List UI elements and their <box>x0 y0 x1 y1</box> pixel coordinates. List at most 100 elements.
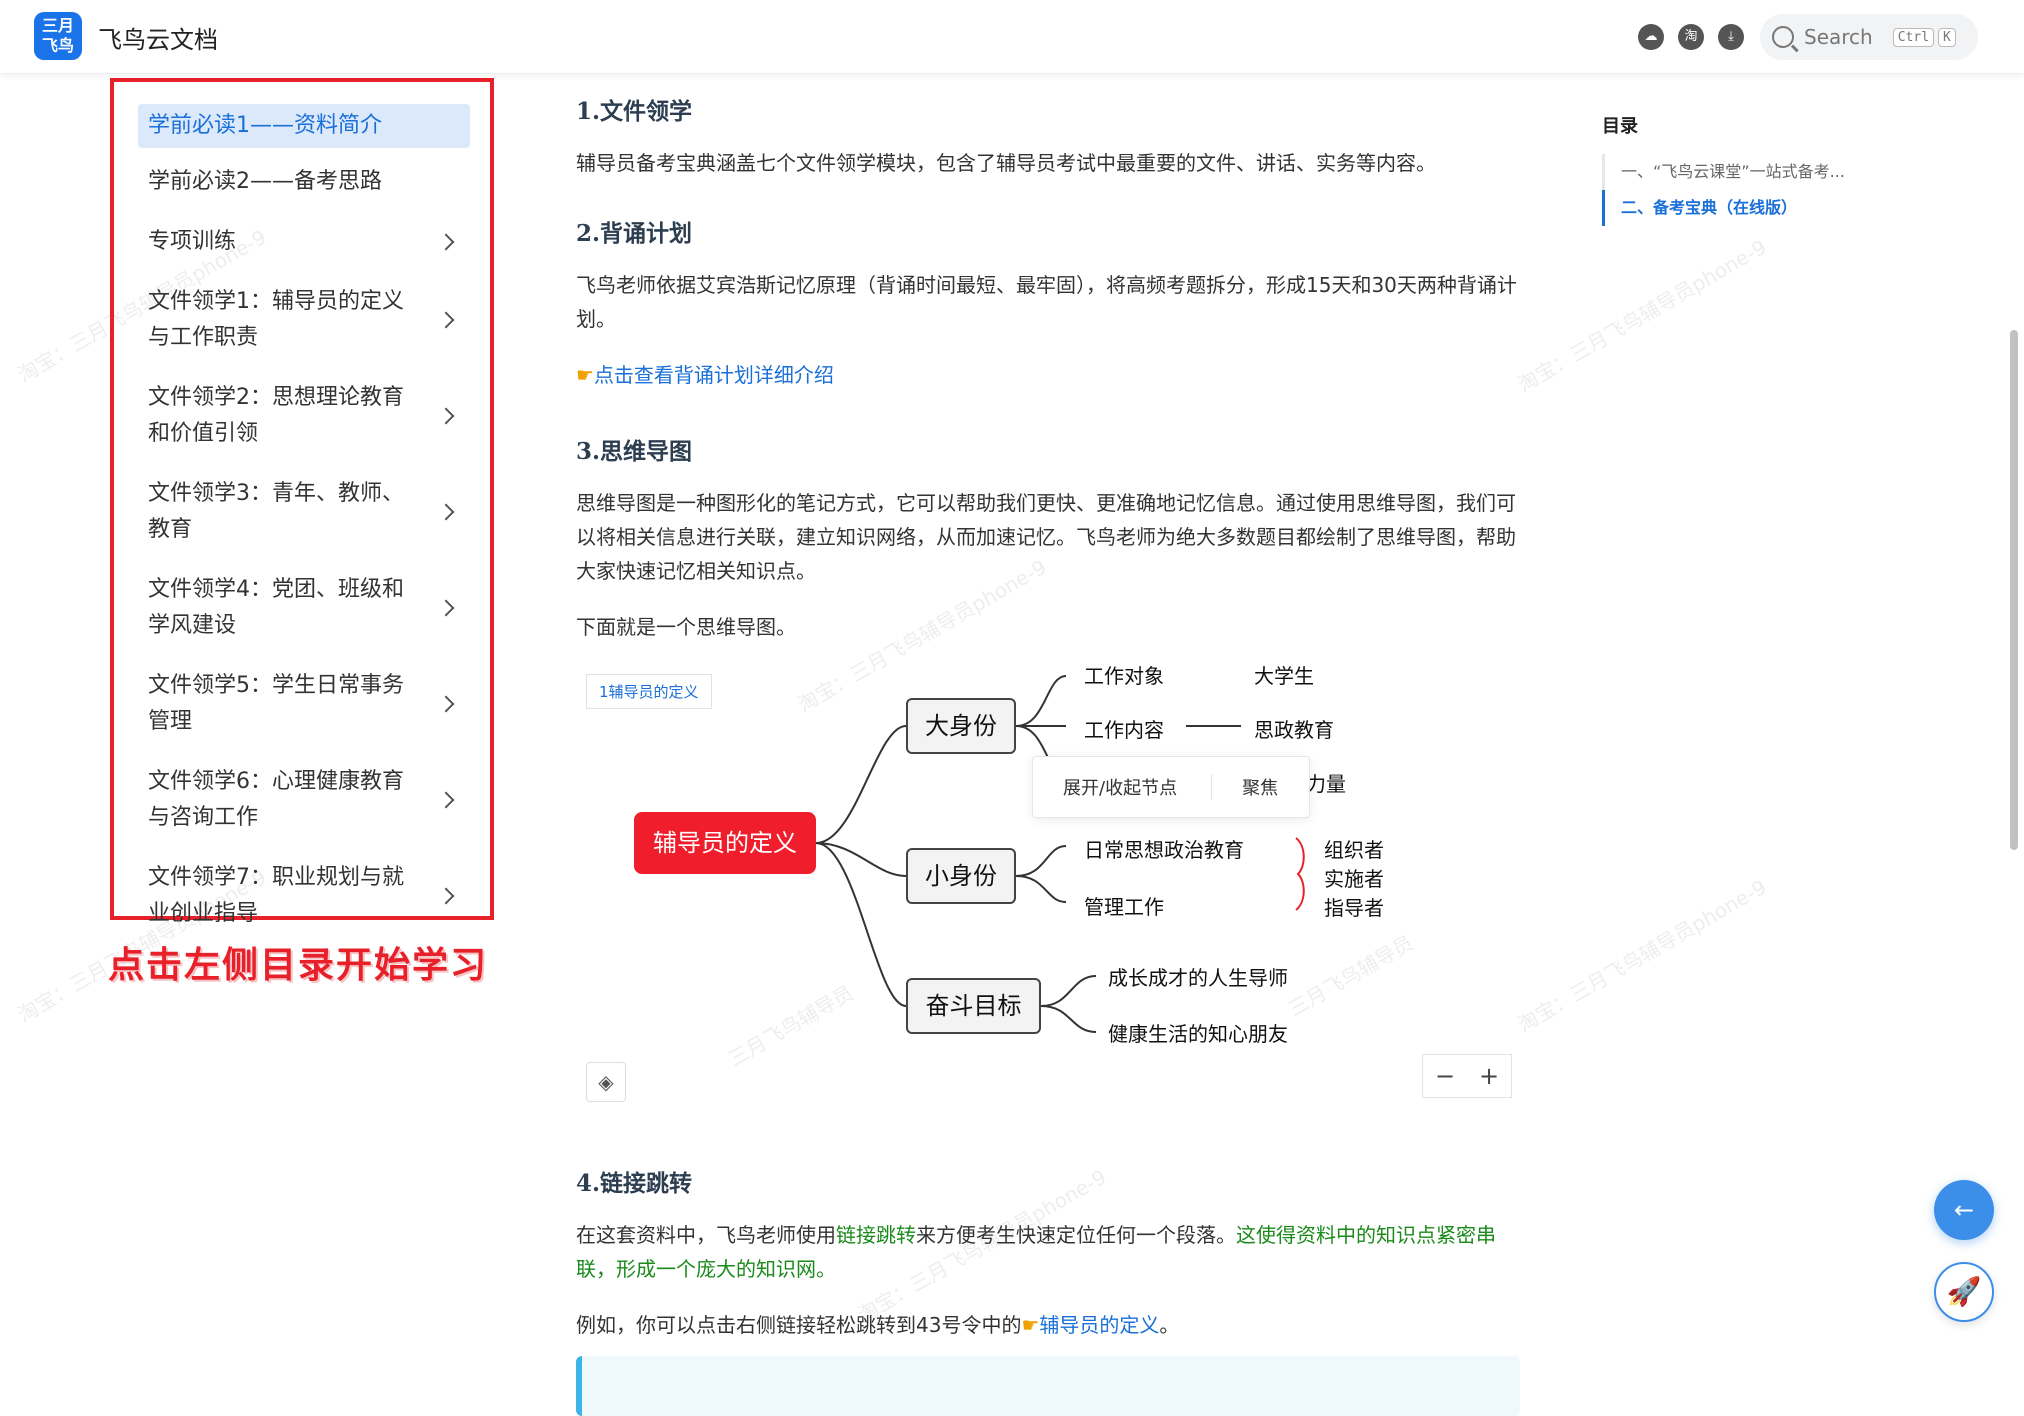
sidebar-item-doc5[interactable]: 文件领学5：学生日常事务管理 <box>138 660 470 748</box>
paragraph: 在这套资料中，飞鸟老师使用链接跳转来方便考生快速定位任何一个段落。这使得资料中的… <box>576 1218 1520 1286</box>
sidebar-nav: 学前必读1——资料简介 学前必读2——备考思路 专项训练 文件领学1：辅导员的定… <box>110 78 494 926</box>
toc-list: 一、“飞鸟云课堂”一站式备考... 二、备考宝典（在线版） <box>1602 154 1892 226</box>
search-input[interactable]: Search Ctrl K <box>1760 14 1978 60</box>
node-context-menu: 展开/收起节点 聚焦 <box>1032 756 1310 818</box>
chevron-right-icon <box>437 503 455 521</box>
sidebar-item-training[interactable]: 专项训练 <box>138 216 470 268</box>
sidebar-item-label: 文件领学2：思想理论教育和价值引领 <box>148 385 404 446</box>
paragraph: ☛点击查看背诵计划详细介绍 <box>576 358 1520 392</box>
section-title: 2.背诵计划 <box>576 220 693 247</box>
sidebar-item-label: 学前必读1——资料简介 <box>148 113 382 138</box>
info-callout <box>576 1356 1520 1416</box>
table-of-contents: 目录 一、“飞鸟云课堂”一站式备考... 二、备考宝典（在线版） <box>1602 112 1892 226</box>
toc-item-active[interactable]: 二、备考宝典（在线版） <box>1602 190 1892 226</box>
highlight-text: 链接跳转 <box>836 1223 916 1247</box>
mindmap-node-small-identity[interactable]: 小身份 <box>906 848 1016 904</box>
mindmap-leaf: 思政教育 <box>1254 718 1334 742</box>
mindmap-leaf: 大学生 <box>1254 664 1314 688</box>
sidebar-item-doc3[interactable]: 文件领学3：青年、教师、教育 <box>138 468 470 556</box>
focus-button[interactable]: 聚焦 <box>1211 774 1278 800</box>
header-icon-group: ☁ 淘 ⤓ <box>1638 24 1744 50</box>
connector <box>1015 845 1067 877</box>
cloud-upload-icon[interactable]: ☁ <box>1638 24 1664 50</box>
sidebar-item-label: 文件领学6：心理健康教育与咨询工作 <box>148 769 404 830</box>
kbd-k: K <box>1938 27 1956 47</box>
mindmap-leaf: 指导者 <box>1324 896 1384 920</box>
recite-plan-link[interactable]: 点击查看背诵计划详细介绍 <box>594 363 834 387</box>
back-button[interactable]: ← <box>1934 1180 1994 1240</box>
search-shortcut: Ctrl K <box>1892 27 1956 47</box>
mindmap-leaf: 力量 <box>1306 772 1346 796</box>
text-span: 来方便考生快速定位任何一个段落。 <box>916 1223 1236 1247</box>
paragraph: 思维导图是一种图形化的笔记方式，它可以帮助我们更快、更准确地记忆信息。通过使用思… <box>576 491 1516 583</box>
text-span: 在这套资料中，飞鸟老师使用 <box>576 1223 836 1247</box>
expand-collapse-button[interactable]: 展开/收起节点 <box>1063 774 1177 800</box>
sidebar-item-label: 文件领学1：辅导员的定义与工作职责 <box>148 289 404 350</box>
zoom-in-button[interactable]: + <box>1479 1062 1499 1090</box>
kbd-ctrl: Ctrl <box>1892 27 1935 47</box>
sidebar-item-strategy[interactable]: 学前必读2——备考思路 <box>138 156 470 208</box>
paragraph: 例如，你可以点击右侧链接轻松跳转到43号令中的☛辅导员的定义。 <box>576 1308 1520 1342</box>
scroll-thumb[interactable] <box>2010 330 2018 850</box>
search-placeholder: Search <box>1804 25 1873 49</box>
chevron-right-icon <box>437 887 455 905</box>
sidebar-item-doc6[interactable]: 文件领学6：心理健康教育与咨询工作 <box>138 756 470 844</box>
paragraph: 辅导员备考宝典涵盖七个文件领学模块，包含了辅导员考试中最重要的文件、讲话、实务等… <box>576 151 1436 175</box>
mindmap-node-big-identity[interactable]: 大身份 <box>906 698 1016 754</box>
chevron-right-icon <box>437 407 455 425</box>
search-icon <box>1772 26 1794 48</box>
section-title: 4.链接跳转 <box>576 1170 693 1197</box>
bracket <box>1295 837 1305 911</box>
download-icon[interactable]: ⤓ <box>1718 24 1744 50</box>
chevron-right-icon <box>437 599 455 617</box>
site-logo[interactable]: 三月 飞鸟 <box>34 12 82 60</box>
mindmap-node-goal[interactable]: 奋斗目标 <box>906 978 1041 1034</box>
mindmap-leaf: 组织者 <box>1324 838 1384 862</box>
zoom-controls: − + <box>1422 1054 1512 1098</box>
paragraph: 下面就是一个思维导图。 <box>576 615 796 639</box>
text-span: 例如，你可以点击右侧链接轻松跳转到43号令中的 <box>576 1313 1022 1337</box>
connector <box>815 842 907 877</box>
connector <box>1015 675 1067 727</box>
sidebar-item-intro[interactable]: 学前必读1——资料简介 <box>138 104 470 148</box>
chevron-right-icon <box>437 311 455 329</box>
counselor-definition-link[interactable]: 辅导员的定义 <box>1039 1313 1159 1337</box>
mindmap-tag[interactable]: 1辅导员的定义 <box>586 674 712 709</box>
paragraph: 飞鸟老师依据艾宾浩斯记忆原理（背诵时间最短、最牢固），将高频考题拆分，形成15天… <box>576 273 1517 331</box>
pointing-hand-icon: ☛ <box>1021 1313 1040 1337</box>
watermark: 淘宝：三月飞鸟辅导员phone-9 <box>1513 874 1771 1037</box>
toc-item[interactable]: 一、“飞鸟云课堂”一站式备考... <box>1605 154 1892 190</box>
sidebar-item-label: 文件领学3：青年、教师、教育 <box>148 481 404 542</box>
sidebar-item-doc2[interactable]: 文件领学2：思想理论教育和价值引领 <box>138 372 470 460</box>
zoom-out-button[interactable]: − <box>1435 1062 1455 1090</box>
top-navbar: 三月 飞鸟 飞鸟云文档 ☁ 淘 ⤓ Search Ctrl K <box>0 0 2024 74</box>
mindmap-leaf: 健康生活的知心朋友 <box>1108 1022 1288 1046</box>
sidebar-item-doc4[interactable]: 文件领学4：党团、班级和学风建设 <box>138 564 470 652</box>
watermark: 淘宝：三月飞鸟辅导员phone-9 <box>1513 234 1771 397</box>
chevron-right-icon <box>437 695 455 713</box>
layers-icon[interactable]: ◈ <box>586 1062 626 1102</box>
rocket-icon[interactable]: 🚀 <box>1934 1262 1994 1322</box>
text-span: 。 <box>1159 1313 1180 1337</box>
main-content: 1.文件领学 辅导员备考宝典涵盖七个文件领学模块，包含了辅导员考试中最重要的文件… <box>576 92 1520 1364</box>
sidebar-item-doc7[interactable]: 文件领学7：职业规划与就业创业指导 <box>138 852 470 940</box>
mindmap-leaf: 管理工作 <box>1084 895 1164 919</box>
mindmap-leaf: 工作内容 <box>1084 718 1164 742</box>
sidebar-item-label: 学前必读2——备考思路 <box>148 169 382 194</box>
page-scrollbar[interactable] <box>2008 80 2020 1393</box>
pointing-hand-icon: ☛ <box>576 363 594 387</box>
connector <box>1040 1005 1097 1033</box>
sidebar-item-label: 文件领学5：学生日常事务管理 <box>148 673 404 734</box>
connector <box>1015 875 1067 903</box>
connector <box>1040 975 1097 1007</box>
chevron-right-icon <box>437 791 455 809</box>
sidebar-item-doc1[interactable]: 文件领学1：辅导员的定义与工作职责 <box>138 276 470 364</box>
section-title: 3.思维导图 <box>576 438 693 465</box>
site-title[interactable]: 飞鸟云文档 <box>98 20 218 55</box>
mindmap-leaf: 工作对象 <box>1084 664 1164 688</box>
mindmap-root-node[interactable]: 辅导员的定义 <box>634 812 816 874</box>
mindmap-leaf: 实施者 <box>1324 867 1384 891</box>
taobao-icon[interactable]: 淘 <box>1678 24 1704 50</box>
sidebar-item-label: 文件领学7：职业规划与就业创业指导 <box>148 865 404 926</box>
mindmap[interactable]: 1辅导员的定义 辅导员的定义 大身份 小身份 奋斗目标 工作对象 大学生 工作内… <box>576 664 1520 1136</box>
